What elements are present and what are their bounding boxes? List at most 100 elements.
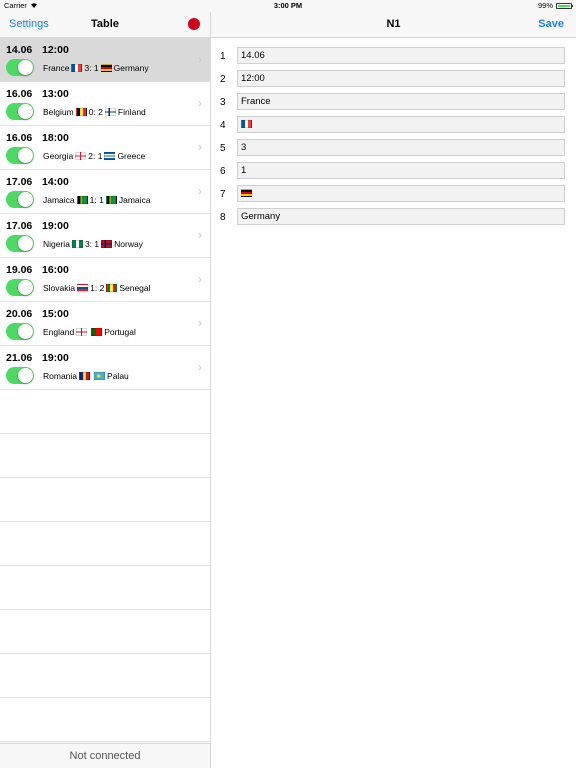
away-team: Norway: [114, 239, 143, 249]
chevron-right-icon: ›: [198, 184, 202, 198]
flag-fi-icon: [104, 108, 116, 116]
field-number: 6: [220, 166, 226, 177]
match-row[interactable]: 16.06 18:00 Georgia 2: 1 Greece ›: [0, 126, 210, 170]
match-score: 1: 1: [89, 195, 104, 205]
empty-row: [0, 566, 210, 610]
field-row: 53: [211, 138, 576, 161]
detail-title: N1: [386, 18, 401, 30]
match-summary: Belgium 0: 2 Finland: [43, 107, 146, 117]
home-team: England: [43, 327, 75, 337]
flag-jm-icon: [76, 196, 88, 204]
match-toggle[interactable]: [6, 235, 34, 252]
away-team: Finland: [117, 107, 146, 117]
empty-row: [0, 434, 210, 478]
field-input[interactable]: 12:00: [237, 70, 565, 87]
match-summary: Georgia 2: 1 Greece: [43, 151, 145, 161]
field-input[interactable]: [237, 185, 565, 202]
match-toggle[interactable]: [6, 191, 34, 208]
chevron-right-icon: ›: [198, 52, 202, 66]
match-row[interactable]: 14.06 12:00 France 3: 1 Germany ›: [0, 38, 210, 82]
field-input[interactable]: France: [237, 93, 565, 110]
home-team: Slovakia: [43, 283, 76, 293]
toggle-knob: [18, 280, 33, 295]
flag-de-icon: [100, 64, 112, 72]
away-team: Jamaica: [118, 195, 151, 205]
record-indicator-icon[interactable]: [188, 18, 200, 30]
field-input[interactable]: 3: [237, 139, 565, 156]
chevron-right-icon: ›: [198, 316, 202, 330]
match-summary: Nigeria 3: 1 Norway: [43, 239, 143, 249]
flag-fr-icon: [241, 120, 252, 129]
match-row[interactable]: 17.06 19:00 Nigeria 3: 1 Norway ›: [0, 214, 210, 258]
match-row[interactable]: 21.06 19:00 Romania Palau ›: [0, 346, 210, 390]
match-toggle[interactable]: [6, 147, 34, 164]
battery-icon: [556, 2, 573, 9]
home-team: Nigeria: [43, 239, 70, 249]
toggle-knob: [18, 368, 33, 383]
toggle-knob: [18, 148, 33, 163]
field-input[interactable]: 1: [237, 162, 565, 179]
chevron-right-icon: ›: [198, 96, 202, 110]
toggle-knob: [18, 104, 33, 119]
chevron-right-icon: ›: [198, 228, 202, 242]
match-time: 14:00: [42, 176, 69, 188]
away-team: Palau: [107, 371, 129, 381]
home-team: Belgium: [43, 107, 74, 117]
match-toggle[interactable]: [6, 279, 34, 296]
match-date: 17.06: [6, 220, 33, 232]
match-score: 0: 2: [88, 107, 103, 117]
save-button[interactable]: Save: [538, 18, 564, 30]
match-summary: England Portugal: [43, 327, 136, 337]
detail-pane: N1 Save 1 14.06 2 12:00 3 France 4 5 3 6 1 7 8 German…: [211, 12, 576, 768]
field-row: 2 12:00: [211, 69, 576, 92]
home-team: France: [43, 63, 70, 73]
match-time: 15:00: [42, 308, 69, 320]
match-row[interactable]: 19.06 16:00 Slovakia 1: 2 Senegal ›: [0, 258, 210, 302]
match-row[interactable]: 17.06 14:00 Jamaica 1: 1 Jamaica ›: [0, 170, 210, 214]
master-navbar: Settings Table: [0, 12, 210, 38]
field-row: 61: [211, 161, 576, 184]
flag-sk-icon: [77, 284, 89, 292]
toggle-knob: [18, 236, 33, 251]
match-time: 19:00: [42, 352, 69, 364]
match-time: 13:00: [42, 88, 69, 100]
empty-row: [0, 522, 210, 566]
field-row: 1 14.06: [211, 46, 576, 69]
connection-status: Not connected: [0, 743, 210, 768]
match-toggle[interactable]: [6, 323, 34, 340]
match-date: 19.06: [6, 264, 33, 276]
home-team: Romania: [43, 371, 78, 381]
field-number: 8: [220, 212, 226, 223]
match-summary: Romania Palau: [43, 371, 129, 381]
chevron-right-icon: ›: [198, 272, 202, 286]
field-input[interactable]: 14.06: [237, 47, 565, 64]
field-list: 1 14.06 2 12:00 3 France 4 5 3 6 1 7 8 Germany: [211, 38, 576, 230]
home-team: Jamaica: [43, 195, 75, 205]
match-toggle[interactable]: [6, 367, 34, 384]
flag-gr-icon: [104, 152, 116, 160]
match-time: 12:00: [42, 44, 69, 56]
match-date: 14.06: [6, 44, 33, 56]
field-number: 1: [220, 51, 226, 62]
match-date: 16.06: [6, 132, 33, 144]
flag-ro-icon: [79, 372, 91, 380]
match-time: 18:00: [42, 132, 69, 144]
match-row[interactable]: 20.06 15:00 England Portugal ›: [0, 302, 210, 346]
field-row: 3 France: [211, 92, 576, 115]
field-row: 8 Germany: [211, 207, 576, 230]
flag-jm-icon: [105, 196, 117, 204]
toggle-knob: [18, 60, 33, 75]
empty-row: [0, 478, 210, 522]
home-team: Georgia: [43, 151, 74, 161]
match-toggle[interactable]: [6, 103, 34, 120]
field-number: 3: [220, 97, 226, 108]
field-number: 5: [220, 143, 226, 154]
match-row[interactable]: 16.06 13:00 Belgium 0: 2 Finland ›: [0, 82, 210, 126]
match-score: 3: 1: [84, 239, 100, 249]
field-input[interactable]: Germany: [237, 208, 565, 225]
field-input[interactable]: [237, 116, 565, 133]
away-team: Senegal: [119, 283, 151, 293]
chevron-right-icon: ›: [198, 140, 202, 154]
match-toggle[interactable]: [6, 59, 34, 76]
match-score: 1: 2: [90, 283, 105, 293]
